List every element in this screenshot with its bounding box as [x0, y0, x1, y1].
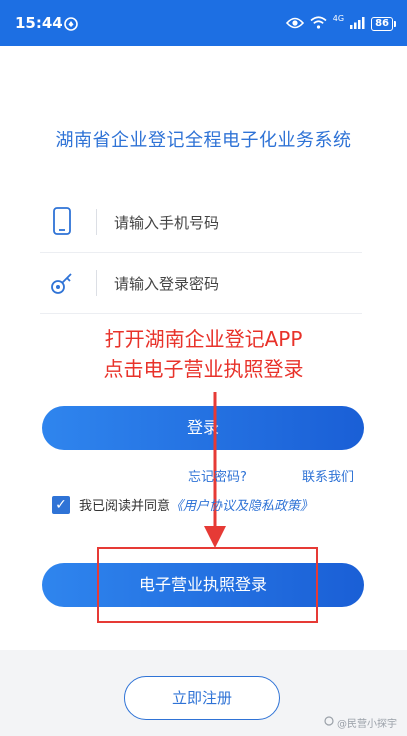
agreement-text: 我已阅读并同意: [79, 499, 171, 514]
field-divider: [96, 209, 97, 235]
status-time: 15:44: [15, 14, 63, 32]
watermark: @民营小探宇: [324, 715, 397, 730]
annotation-line-2: 点击电子营业执照登录: [103, 357, 304, 381]
phone-icon: [50, 206, 74, 236]
annotation-line-1: 打开湖南企业登记APP: [104, 327, 303, 351]
contact-us-link[interactable]: 联系我们: [302, 466, 354, 485]
notification-icon: [64, 16, 78, 35]
phone-field[interactable]: [40, 192, 362, 253]
network-type: 4G: [332, 13, 345, 23]
register-button[interactable]: 立即注册: [124, 676, 280, 720]
password-field[interactable]: [40, 253, 362, 314]
forgot-password-link[interactable]: 忘记密码?: [188, 466, 247, 485]
wifi-icon: [310, 14, 327, 33]
agreement-checkbox[interactable]: ✓: [52, 495, 70, 514]
phone-input[interactable]: [112, 206, 356, 240]
key-icon: [50, 267, 74, 297]
eye-icon: [285, 14, 304, 33]
battery-icon: 86: [371, 16, 396, 31]
password-input[interactable]: [112, 267, 356, 301]
agreement-row: ✓ 我已阅读并同意 《用户协议及隐私政策》: [52, 495, 313, 514]
status-right: 4G 86: [285, 13, 396, 33]
field-divider: [96, 270, 97, 296]
page-title: 湖南省企业登记全程电子化业务系统: [55, 130, 352, 151]
agreement-link[interactable]: 《用户协议及隐私政策》: [170, 495, 313, 514]
signal-icon: [350, 14, 365, 33]
status-bar: 15:44 4G 86: [0, 0, 407, 46]
watermark-text: @民营小探宇: [337, 719, 397, 730]
annotation-highlight-box: [97, 547, 318, 623]
watermark-logo-icon: [324, 716, 334, 729]
